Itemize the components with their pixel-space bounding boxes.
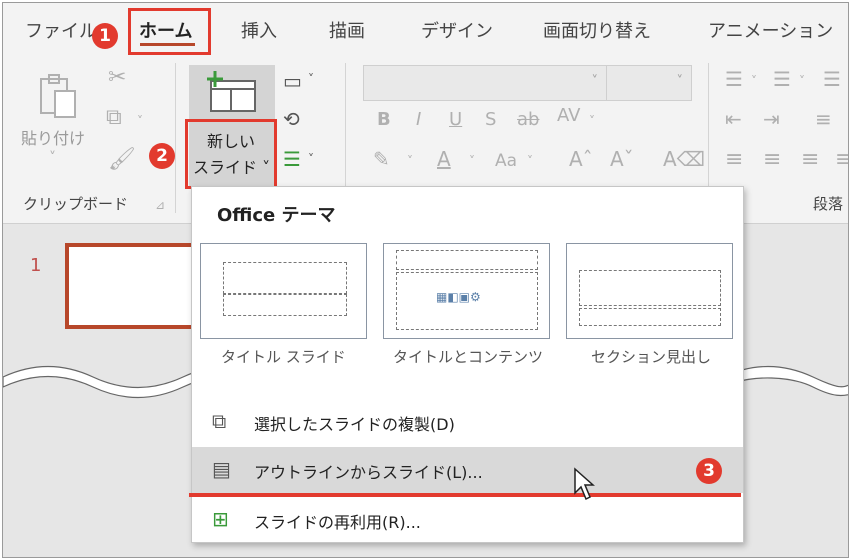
step-badge-3: 3 [696,458,722,484]
content-icons: ▦◧▣⚙ [436,290,481,304]
strikethrough-icon[interactable]: ab [517,111,539,129]
separator [175,63,176,213]
placeholder-box [223,262,347,294]
font-color-icon[interactable]: A [437,149,451,169]
align-right-icon[interactable]: ≡ [801,149,819,171]
outline-icon: ▤ [212,457,231,481]
powerpoint-window: ファイル ホーム 挿入 描画 デザイン 画面切り替え アニメーション 貼り付け … [2,2,849,558]
shadow-icon[interactable]: S [485,111,496,129]
layout-label-title-slide: タイトル スライド [221,348,346,366]
tab-draw[interactable]: 描画 [329,17,365,43]
chevron-down-icon[interactable]: ˅ [589,115,595,127]
chevron-down-icon[interactable]: ˅ [751,75,757,87]
copy-dropdown-icon[interactable]: ˅ [137,115,143,127]
align-left-icon[interactable]: ≡ [725,149,743,171]
paste-label: 貼り付け [21,129,86,148]
placeholder-box [579,308,721,326]
menu-item-label: アウトラインからスライド(L)... [254,463,483,482]
chevron-down-icon[interactable]: ˅ [469,155,475,167]
menu-section-header: Office テーマ [217,205,336,226]
layout-option-title-slide[interactable] [200,243,367,339]
menu-item-reuse[interactable]: ⊞ スライドの再利用(R)... [192,497,743,543]
cut-icon[interactable]: ✂ [108,67,126,89]
paste-dropdown-icon[interactable]: ˅ [49,151,56,165]
ribbon-tabs: ファイル ホーム 挿入 描画 デザイン 画面切り替え アニメーション [3,3,848,55]
bullets-icon[interactable]: ☰ [725,69,743,89]
bold-icon[interactable]: B [377,111,391,129]
step-badge-2: 2 [149,143,175,169]
numbering-icon[interactable]: ☰ [773,69,791,89]
font-name-combo[interactable]: ˅ [363,65,607,101]
underline-icon[interactable]: U [449,111,462,129]
slide-thumbnail[interactable] [65,243,205,329]
clipboard-group-label: クリップボード [23,195,129,213]
section-dropdown-icon[interactable]: ˅ [308,153,314,165]
line-spacing-icon[interactable]: ☰ [823,69,841,89]
mouse-cursor-icon [574,467,595,501]
placeholder-box [223,294,347,316]
columns-icon[interactable]: ≡ [815,109,832,129]
chevron-down-icon[interactable]: ˅ [799,75,805,87]
duplicate-slide-icon: ⧉ [212,409,227,433]
paragraph-group-label: 段落 [813,195,844,213]
increase-font-icon[interactable]: Aˆ [569,149,593,169]
layout-label-title-content: タイトルとコンテンツ [393,348,544,366]
character-spacing-icon[interactable]: AV [557,107,580,125]
decrease-indent-icon[interactable]: ⇤ [725,109,742,129]
format-painter-icon[interactable]: 🖌 [108,149,136,171]
reuse-slide-icon: ⊞ [212,507,229,531]
new-slide-icon [203,69,259,119]
tab-insert[interactable]: 挿入 [241,17,277,43]
section-icon[interactable]: ☰ [283,149,301,169]
highlight-box-home [128,8,211,55]
reset-icon[interactable]: ⟲ [283,109,300,129]
chevron-down-icon[interactable]: ˅ [407,155,413,167]
highlight-box-new-slide [185,119,277,189]
chevron-down-icon: ˅ [676,74,684,89]
tab-animations[interactable]: アニメーション [708,17,833,43]
clipboard-launcher-icon[interactable]: ⊿ [155,199,165,211]
layout-option-section-header[interactable] [566,243,733,339]
layout-label-section-header: セクション見出し [591,348,712,366]
layout-dropdown-icon[interactable]: ˅ [308,73,314,85]
slide-number: 1 [30,255,42,276]
chevron-down-icon[interactable]: ˅ [527,155,533,167]
highlighter-icon[interactable]: ✎ [373,149,390,169]
font-size-combo[interactable]: ˅ [606,65,692,101]
italic-icon[interactable]: I [416,111,421,129]
paste-icon[interactable] [37,73,79,129]
menu-item-label: スライドの再利用(R)... [254,513,421,532]
menu-item-label: 選択したスライドの複製(D) [254,415,455,434]
decrease-font-icon[interactable]: Aˇ [610,149,634,169]
copy-icon[interactable]: ⧉ [106,107,122,129]
change-case-icon[interactable]: Aa [495,153,517,170]
chevron-down-icon: ˅ [591,74,599,89]
justify-icon[interactable]: ≡ [835,149,848,171]
tab-transitions[interactable]: 画面切り替え [543,17,651,43]
tab-design[interactable]: デザイン [421,17,493,43]
placeholder-box [396,250,538,270]
menu-item-outline[interactable]: ▤ アウトラインからスライド(L)... [192,447,743,493]
tab-file[interactable]: ファイル [25,17,97,43]
increase-indent-icon[interactable]: ⇥ [763,109,780,129]
clear-formatting-icon[interactable]: A⌫ [663,149,705,169]
step-badge-1: 1 [92,23,118,49]
menu-item-duplicate[interactable]: ⧉ 選択したスライドの複製(D) [192,399,743,445]
layout-option-title-content[interactable]: ▦◧▣⚙ [383,243,550,339]
layout-icon[interactable]: ▭ [283,71,302,91]
align-center-icon[interactable]: ≡ [763,149,781,171]
placeholder-box [579,270,721,306]
